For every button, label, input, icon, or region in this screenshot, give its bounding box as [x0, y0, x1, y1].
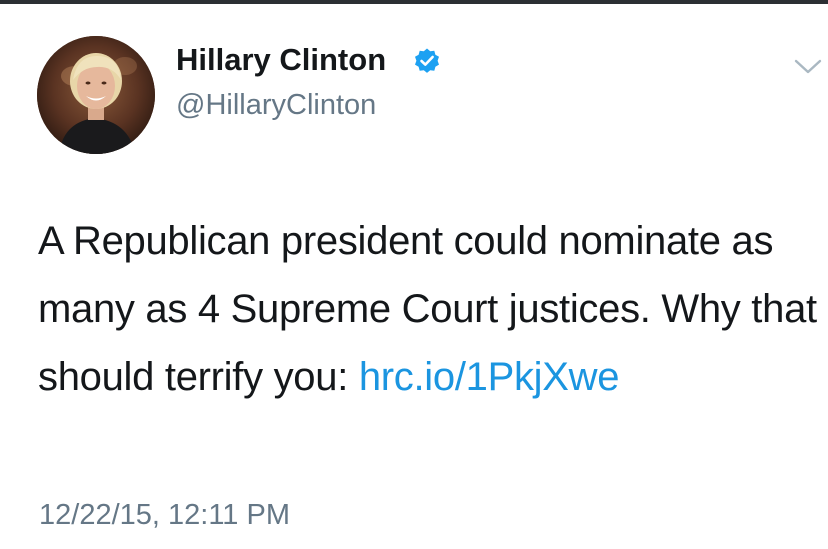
author-name[interactable]: Hillary Clinton: [176, 42, 386, 78]
avatar[interactable]: [37, 36, 155, 154]
author-handle[interactable]: @HillaryClinton: [176, 88, 376, 122]
tweet-timestamp[interactable]: 12/22/15, 12:11 PM: [39, 498, 290, 532]
verified-badge-icon: [415, 48, 439, 73]
tweet-link[interactable]: hrc.io/1PkjXwe: [359, 355, 620, 399]
chevron-down-icon[interactable]: [793, 58, 823, 76]
avatar-photo: [37, 36, 155, 154]
tweet-text: A Republican president could nominate as…: [38, 207, 818, 411]
tweet-card: Hillary Clinton @HillaryClinton A Republ…: [0, 4, 828, 549]
